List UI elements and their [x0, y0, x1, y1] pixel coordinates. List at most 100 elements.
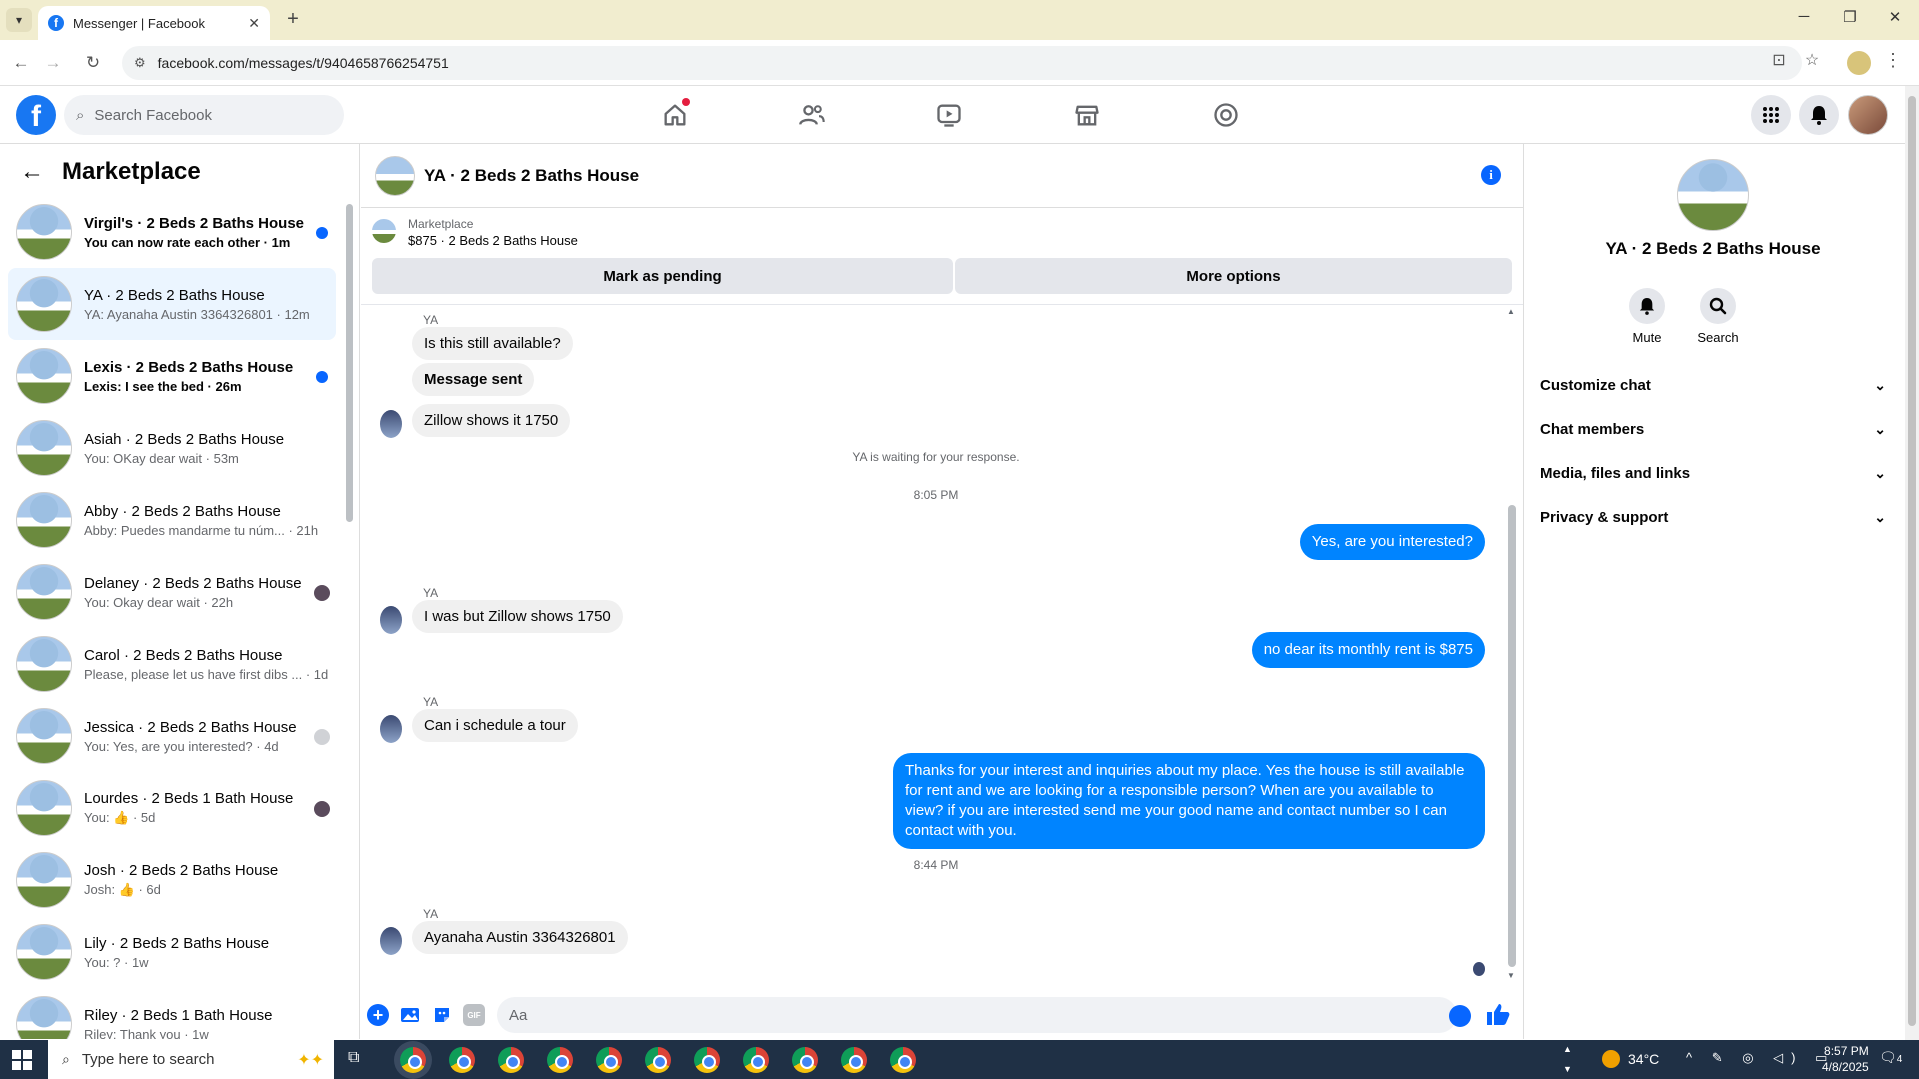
nav-gaming[interactable]: [1205, 94, 1247, 136]
scroll-down-icon[interactable]: ▼: [1507, 971, 1515, 980]
taskbar-scroll-arrows-icon[interactable]: ▲ ▼: [1563, 1044, 1572, 1074]
facebook-logo-icon[interactable]: f: [16, 95, 56, 135]
conversation-item[interactable]: Virgil's · 2 Beds 2 Baths House You can n…: [8, 196, 336, 268]
chrome-icon[interactable]: [400, 1047, 426, 1073]
nav-home[interactable]: [654, 94, 696, 136]
conversation-item[interactable]: Abby · 2 Beds 2 Baths House Abby: Puedes …: [8, 484, 336, 556]
minimize-icon[interactable]: ─: [1789, 8, 1819, 25]
notification-center-icon[interactable]: 🗨4: [1879, 1049, 1902, 1066]
chrome-icon[interactable]: [449, 1047, 475, 1073]
photo-icon[interactable]: [399, 1004, 421, 1026]
incoming-message[interactable]: I was but Zillow shows 1750: [412, 600, 623, 633]
mute-button[interactable]: Mute: [1617, 288, 1677, 345]
address-bar[interactable]: ⚙ facebook.com/messages/t/94046587662547…: [122, 46, 1802, 80]
incoming-message[interactable]: Zillow shows it 1750: [412, 404, 571, 437]
sender-avatar[interactable]: [380, 927, 402, 955]
privacy-support-row[interactable]: Privacy & support ⌄: [1540, 499, 1886, 535]
more-options-button[interactable]: More options: [955, 258, 1512, 294]
chrome-icon[interactable]: [743, 1047, 769, 1073]
taskbar-clock[interactable]: 8:57 PM 4/8/2025: [1822, 1043, 1869, 1075]
install-app-icon[interactable]: ⊡: [1766, 50, 1792, 70]
conversation-item[interactable]: Riley · 2 Beds 1 Bath House Riley: Thank …: [8, 988, 336, 1039]
chat-listing-thumbnail[interactable]: [375, 156, 415, 196]
conversation-item[interactable]: Lourdes · 2 Beds 1 Bath House You: 👍 · 5d: [8, 772, 336, 844]
scrollbar-thumb[interactable]: [346, 204, 353, 522]
sticker-icon[interactable]: [431, 1004, 453, 1026]
browser-profile-icon[interactable]: [1847, 51, 1871, 75]
outgoing-message[interactable]: Yes, are you interested?: [1299, 524, 1485, 560]
chat-title[interactable]: YA · 2 Beds 2 Baths House: [424, 166, 639, 186]
menu-grid-button[interactable]: [1751, 95, 1791, 135]
nav-video[interactable]: [928, 94, 970, 136]
chat-members-row[interactable]: Chat members ⌄: [1540, 411, 1886, 447]
page-scrollbar[interactable]: [1905, 86, 1919, 1040]
incoming-message[interactable]: Can i schedule a tour: [412, 709, 578, 742]
scroll-up-icon[interactable]: ▲: [1507, 307, 1515, 316]
sender-avatar[interactable]: [380, 715, 402, 743]
conversation-item[interactable]: Josh · 2 Beds 2 Baths House Josh: 👍 · 6d: [8, 844, 336, 916]
info-icon[interactable]: i: [1481, 165, 1501, 185]
chrome-icon[interactable]: [792, 1047, 818, 1073]
site-info-icon[interactable]: ⚙: [134, 55, 146, 71]
chrome-icon[interactable]: [890, 1047, 916, 1073]
marketplace-banner[interactable]: Marketplace $875 · 2 Beds 2 Baths House: [361, 208, 1523, 250]
new-tab-icon[interactable]: +: [280, 8, 306, 32]
nav-marketplace[interactable]: [1066, 94, 1108, 136]
chrome-icon[interactable]: [498, 1047, 524, 1073]
tab-search-dropdown-icon[interactable]: ▾: [6, 8, 32, 32]
sender-avatar[interactable]: [380, 606, 402, 634]
browser-menu-icon[interactable]: ⋮: [1884, 50, 1902, 71]
chrome-icon[interactable]: [547, 1047, 573, 1073]
chat-scrollbar[interactable]: ▲ ▼: [1505, 305, 1517, 985]
notifications-button[interactable]: [1799, 95, 1839, 135]
incoming-message[interactable]: Is this still available?: [412, 327, 573, 360]
listing-avatar[interactable]: [1677, 159, 1749, 231]
outgoing-message[interactable]: Thanks for your interest and inquiries a…: [893, 753, 1485, 849]
tab-close-icon[interactable]: ✕: [248, 15, 260, 32]
conversation-item[interactable]: Lily · 2 Beds 2 Baths House You: ? · 1w: [8, 916, 336, 988]
conversation-item[interactable]: Delaney · 2 Beds 2 Baths House You: Okay …: [8, 556, 336, 628]
browser-toolbar: ← → ↻ ⚙ facebook.com/messages/t/94046587…: [0, 40, 1919, 86]
conversation-item[interactable]: Lexis · 2 Beds 2 Baths House Lexis: I see…: [8, 340, 336, 412]
task-view-icon[interactable]: ⧉: [348, 1049, 359, 1067]
search-in-chat-button[interactable]: Search: [1688, 288, 1748, 345]
forward-icon[interactable]: →: [40, 50, 66, 76]
sender-avatar[interactable]: [380, 410, 402, 438]
gif-icon[interactable]: GIF: [463, 1004, 485, 1026]
mark-pending-button[interactable]: Mark as pending: [372, 258, 953, 294]
incoming-message[interactable]: Ayanaha Austin 3364326801: [412, 921, 628, 954]
scrollbar-thumb[interactable]: [1508, 505, 1516, 967]
sidebar-scrollbar[interactable]: [344, 194, 354, 1034]
conversation-item[interactable]: Asiah · 2 Beds 2 Baths House You: OKay de…: [8, 412, 336, 484]
conversation-item[interactable]: Carol · 2 Beds 2 Baths House Please, plea…: [8, 628, 336, 700]
bookmark-star-icon[interactable]: ☆: [1799, 50, 1825, 70]
outgoing-message[interactable]: no dear its monthly rent is $875: [1251, 632, 1485, 668]
windows-start-icon[interactable]: [12, 1050, 32, 1070]
conversation-item[interactable]: YA · 2 Beds 2 Baths House YA: Ayanaha Aus…: [8, 268, 336, 340]
account-avatar[interactable]: [1848, 95, 1888, 135]
customize-chat-row[interactable]: Customize chat ⌄: [1540, 367, 1886, 403]
nav-friends[interactable]: [791, 94, 833, 136]
weather-widget[interactable]: 34°C: [1602, 1050, 1659, 1068]
media-files-links-row[interactable]: Media, files and links ⌄: [1540, 455, 1886, 491]
taskbar-search-input[interactable]: ⌕ Type here to search ✦✦: [48, 1040, 334, 1079]
system-tray-icons[interactable]: ^ ✎ ◎ ◁) ▭: [1686, 1050, 1835, 1066]
scrollbar-thumb[interactable]: [1908, 96, 1916, 1026]
conversation-item[interactable]: Jessica · 2 Beds 2 Baths House You: Yes, …: [8, 700, 336, 772]
chrome-icon[interactable]: [596, 1047, 622, 1073]
like-thumb-icon[interactable]: [1485, 1002, 1511, 1031]
chrome-icon[interactable]: [645, 1047, 671, 1073]
facebook-search-input[interactable]: ⌕ Search Facebook: [64, 95, 344, 135]
back-arrow-icon[interactable]: ←: [20, 158, 44, 186]
browser-tab-messenger[interactable]: f Messenger | Facebook ✕: [38, 6, 270, 40]
restore-icon[interactable]: ❐: [1835, 8, 1865, 26]
plus-icon[interactable]: +: [367, 1004, 389, 1026]
back-icon[interactable]: ←: [8, 50, 34, 76]
emoji-icon[interactable]: [1449, 1005, 1471, 1027]
message-input[interactable]: Aa: [497, 997, 1457, 1033]
reload-icon[interactable]: ↻: [80, 50, 106, 76]
chrome-icon[interactable]: [841, 1047, 867, 1073]
chrome-icon[interactable]: [694, 1047, 720, 1073]
window-close-icon[interactable]: ✕: [1880, 8, 1910, 26]
incoming-message[interactable]: Message sent: [412, 363, 535, 396]
